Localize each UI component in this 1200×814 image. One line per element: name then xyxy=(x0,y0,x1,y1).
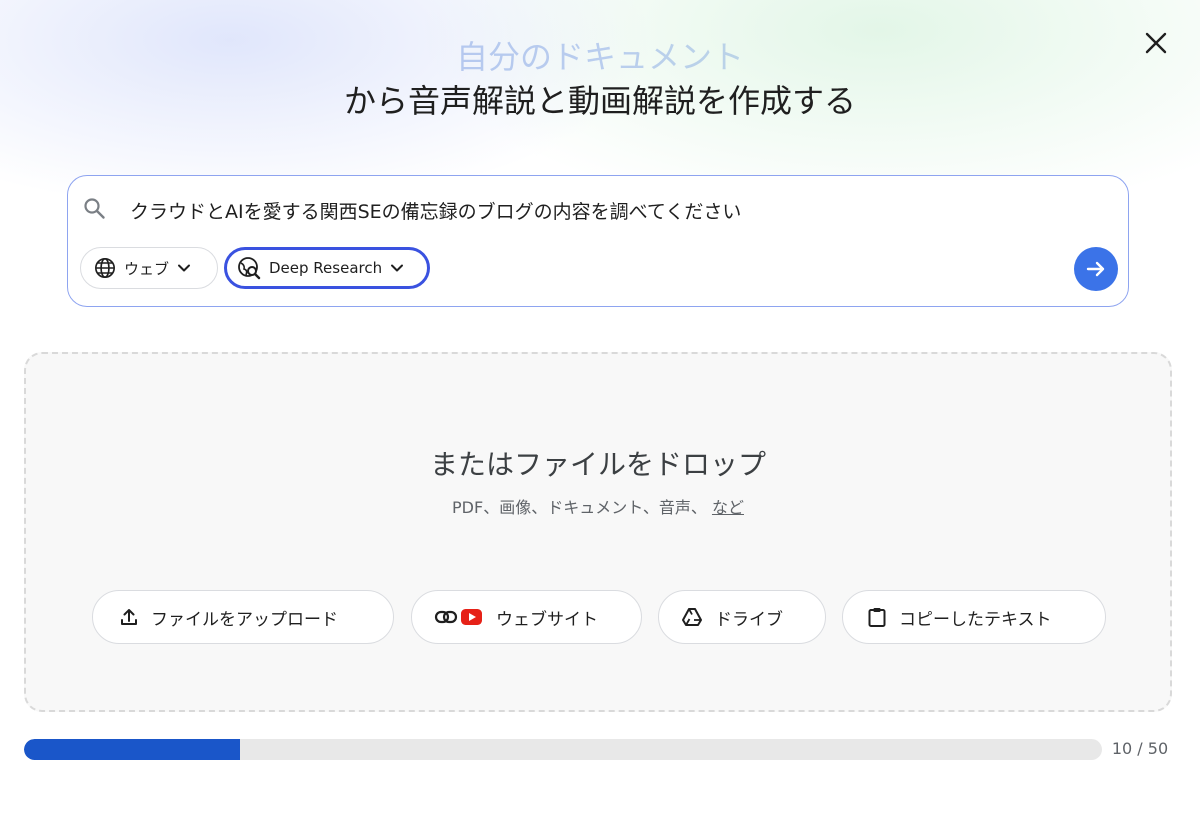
upload-file-label: ファイルをアップロード xyxy=(151,609,338,630)
drop-subtitle: PDF、画像、ドキュメント、音声、 など xyxy=(26,496,1170,520)
file-drop-zone[interactable]: またはファイルをドロップ PDF、画像、ドキュメント、音声、 など ファイルをア… xyxy=(24,352,1172,712)
research-mode-label: Deep Research xyxy=(269,259,383,277)
arrow-right-icon xyxy=(1086,261,1105,277)
source-limit-progress-fill xyxy=(24,739,240,760)
drive-icon xyxy=(682,608,702,626)
drop-title: またはファイルをドロップ xyxy=(429,448,766,481)
upload-icon xyxy=(121,609,137,625)
website-label: ウェブサイト xyxy=(496,609,598,630)
search-icon xyxy=(84,198,105,219)
globe-icon xyxy=(95,258,115,278)
source-type-dropdown[interactable]: ウェブ xyxy=(80,247,218,289)
upload-file-button[interactable]: ファイルをアップロード xyxy=(92,590,394,644)
copied-text-label: コピーしたテキスト xyxy=(899,609,1052,630)
add-sources-dialog: 自分のドキュメント から音声解説と動画解説を作成する ウェブ xyxy=(0,0,1200,814)
dialog-title: から音声解説と動画解説を作成する xyxy=(343,82,856,120)
source-count: 10 / 50 xyxy=(1111,739,1169,758)
dialog-title-highlight: 自分のドキュメント xyxy=(0,36,1200,78)
chevron-down-icon xyxy=(390,261,404,275)
submit-button[interactable] xyxy=(1074,247,1118,291)
copied-text-button[interactable]: コピーしたテキスト xyxy=(842,590,1106,644)
source-type-label: ウェブ xyxy=(124,259,170,278)
clipboard-icon xyxy=(868,608,886,627)
research-mode-dropdown[interactable]: Deep Research xyxy=(224,247,430,289)
search-input[interactable] xyxy=(130,196,1090,224)
supported-types-text: PDF、画像、ドキュメント、音声、 xyxy=(452,498,707,517)
drive-button[interactable]: ドライブ xyxy=(658,590,826,644)
link-youtube-icon xyxy=(434,609,482,625)
search-box: ウェブ Deep Research xyxy=(67,175,1129,307)
more-types-link[interactable]: など xyxy=(712,498,744,517)
deep-research-icon xyxy=(238,257,261,280)
source-limit-progress xyxy=(24,739,1102,760)
website-button[interactable]: ウェブサイト xyxy=(411,590,642,644)
drive-label: ドライブ xyxy=(715,609,783,630)
chevron-down-icon xyxy=(177,261,191,275)
